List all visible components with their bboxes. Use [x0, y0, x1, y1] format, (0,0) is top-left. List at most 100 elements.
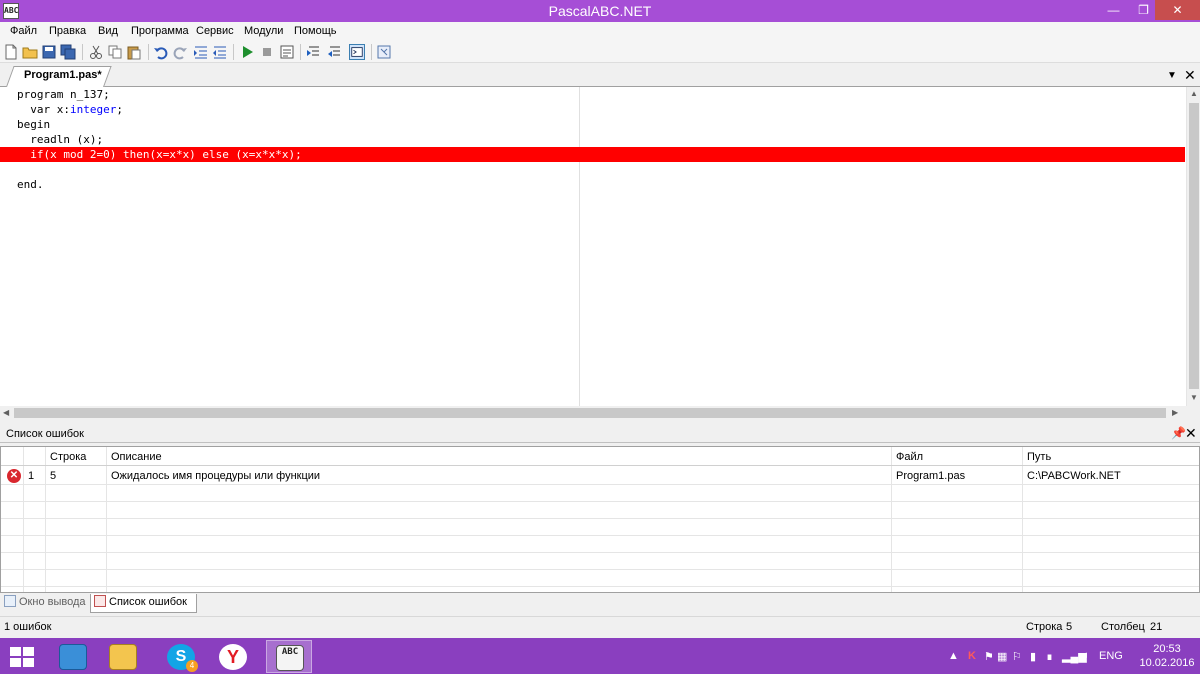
- tab-output-window[interactable]: Окно вывода: [4, 594, 86, 613]
- taskbar-yandex-browser[interactable]: Y: [210, 640, 256, 673]
- new-file-icon[interactable]: [3, 44, 19, 60]
- column-header-path[interactable]: Путь: [1027, 451, 1051, 463]
- error-number: 1: [28, 470, 35, 482]
- save-icon[interactable]: [41, 44, 57, 60]
- scroll-right-icon[interactable]: ▶: [1172, 408, 1178, 417]
- menu-view[interactable]: Вид: [98, 25, 118, 37]
- tab-error-list[interactable]: Список ошибок: [90, 594, 197, 613]
- column-header-description[interactable]: Описание: [111, 451, 162, 463]
- toolbar-separator: [233, 44, 234, 60]
- editor-vertical-scrollbar[interactable]: ▲ ▼: [1186, 87, 1200, 406]
- cut-icon[interactable]: [88, 44, 104, 60]
- compile-icon[interactable]: [279, 44, 295, 60]
- save-all-icon[interactable]: [60, 44, 76, 60]
- menu-program[interactable]: Программа: [131, 25, 189, 37]
- row-separator: [1, 535, 1199, 536]
- pin-icon[interactable]: 📌: [1171, 426, 1186, 440]
- unindent-icon[interactable]: [212, 44, 228, 60]
- clock-time: 20:53: [1153, 643, 1181, 655]
- menu-help[interactable]: Помощь: [294, 25, 337, 37]
- row-separator: [1, 484, 1199, 485]
- control-panel-icon: [59, 644, 87, 670]
- step-into-icon[interactable]: [306, 44, 322, 60]
- menu-file[interactable]: Файл: [10, 25, 37, 37]
- code-line-3-text: begin: [17, 118, 51, 131]
- keyword-integer: integer: [69, 103, 117, 116]
- error-list-tab-icon: [94, 595, 106, 607]
- run-icon[interactable]: [239, 44, 255, 60]
- redo-icon[interactable]: [172, 44, 188, 60]
- status-bar: 1 ошибок Строка 5 Столбец 21: [0, 616, 1200, 638]
- paste-icon[interactable]: [126, 44, 142, 60]
- horizontal-scroll-thumb[interactable]: [14, 408, 1166, 418]
- restore-button[interactable]: ❐: [1130, 0, 1157, 20]
- menu-edit[interactable]: Правка: [49, 25, 86, 37]
- stop-icon[interactable]: [259, 44, 275, 60]
- step-over-icon[interactable]: [327, 44, 343, 60]
- panel-close-icon[interactable]: ✕: [1185, 425, 1197, 442]
- status-line-value: 5: [1066, 621, 1073, 633]
- column-separator: [891, 447, 892, 592]
- scroll-up-icon[interactable]: ▲: [1190, 89, 1198, 98]
- folder-icon: [109, 644, 137, 670]
- open-folder-icon[interactable]: [22, 44, 38, 60]
- code-editor[interactable]: program n_137; var x:integer; begin read…: [0, 87, 1186, 406]
- scroll-left-icon[interactable]: ◀: [3, 408, 9, 417]
- tab-program1[interactable]: Program1.pas*: [24, 69, 102, 81]
- action-center-icon[interactable]: ⚐: [1012, 650, 1022, 663]
- tab-list-dropdown-icon[interactable]: ▼: [1167, 70, 1177, 81]
- close-button[interactable]: ✕: [1155, 0, 1200, 20]
- code-line-4: readln (x);: [17, 132, 103, 147]
- volume-icon[interactable]: ♬: [1080, 650, 1091, 663]
- windows-tray-icon[interactable]: ▦: [997, 650, 1007, 663]
- column-separator: [45, 447, 46, 592]
- taskbar-control-panel[interactable]: [50, 640, 96, 673]
- error-list-grid: Строка Описание Файл Путь ✕ 1 5 Ожидалос…: [0, 446, 1200, 593]
- document-tab-strip: Program1.pas* ▼ ✕: [0, 63, 1200, 87]
- windows-start-icon[interactable]: [10, 647, 34, 667]
- clock[interactable]: 20:53 10.02.2016: [1138, 642, 1196, 670]
- clock-date: 10.02.2016: [1139, 657, 1195, 669]
- right-margin-line: [579, 87, 580, 406]
- column-header-line[interactable]: Строка: [50, 451, 86, 463]
- column-header-file[interactable]: Файл: [896, 451, 923, 463]
- input-language[interactable]: ENG: [1099, 650, 1123, 663]
- code-line-1: program n_137;: [17, 87, 110, 102]
- toolbar-separator: [148, 44, 149, 60]
- output-window-icon[interactable]: [349, 44, 365, 60]
- editor-horizontal-scrollbar[interactable]: ◀ ▶: [0, 406, 1200, 420]
- code-line-3: begin: [17, 117, 50, 132]
- minimize-button[interactable]: —: [1100, 0, 1127, 20]
- status-error-count: 1 ошибок: [4, 621, 52, 633]
- window-title: PascalABC.NET: [548, 3, 652, 19]
- scroll-down-icon[interactable]: ▼: [1190, 393, 1198, 402]
- menu-modules[interactable]: Модули: [244, 25, 283, 37]
- vertical-scroll-thumb[interactable]: [1189, 103, 1199, 389]
- copy-icon[interactable]: [107, 44, 123, 60]
- indent-icon[interactable]: [193, 44, 209, 60]
- menu-bar: Файл Правка Вид Программа Сервис Модули …: [0, 22, 1200, 41]
- error-panel-header: Список ошибок 📌 ✕: [0, 425, 1200, 443]
- undo-icon[interactable]: [153, 44, 169, 60]
- code-line-2: var x:integer;: [17, 102, 123, 117]
- pascalabc-icon: ABC: [276, 645, 304, 671]
- battery-icon[interactable]: ▮: [1030, 650, 1036, 663]
- options-icon[interactable]: [376, 44, 392, 60]
- taskbar-skype[interactable]: S 4: [158, 640, 204, 673]
- pascalabc-icon-text: ABC: [281, 647, 299, 657]
- error-description: Ожидалось имя процедуры или функции: [111, 470, 321, 482]
- taskbar-file-explorer[interactable]: [100, 640, 146, 673]
- antivirus-icon[interactable]: K: [968, 650, 976, 663]
- output-window-tab-icon: [4, 595, 16, 607]
- network-icon[interactable]: ∎: [1046, 650, 1053, 663]
- code-line-1-text: program n_137;: [17, 88, 110, 101]
- taskbar-pascalabc[interactable]: ABC: [266, 640, 312, 673]
- error-icon: ✕: [7, 469, 21, 483]
- menu-service[interactable]: Сервис: [196, 25, 234, 37]
- tab-error-list-label: Список ошибок: [109, 596, 187, 608]
- row-separator: [1, 552, 1199, 553]
- flag-icon[interactable]: ⚑: [984, 650, 994, 663]
- tab-close-icon[interactable]: ✕: [1184, 67, 1196, 84]
- skype-badge: 4: [186, 660, 198, 672]
- tray-chevron-icon[interactable]: ▲: [948, 650, 959, 663]
